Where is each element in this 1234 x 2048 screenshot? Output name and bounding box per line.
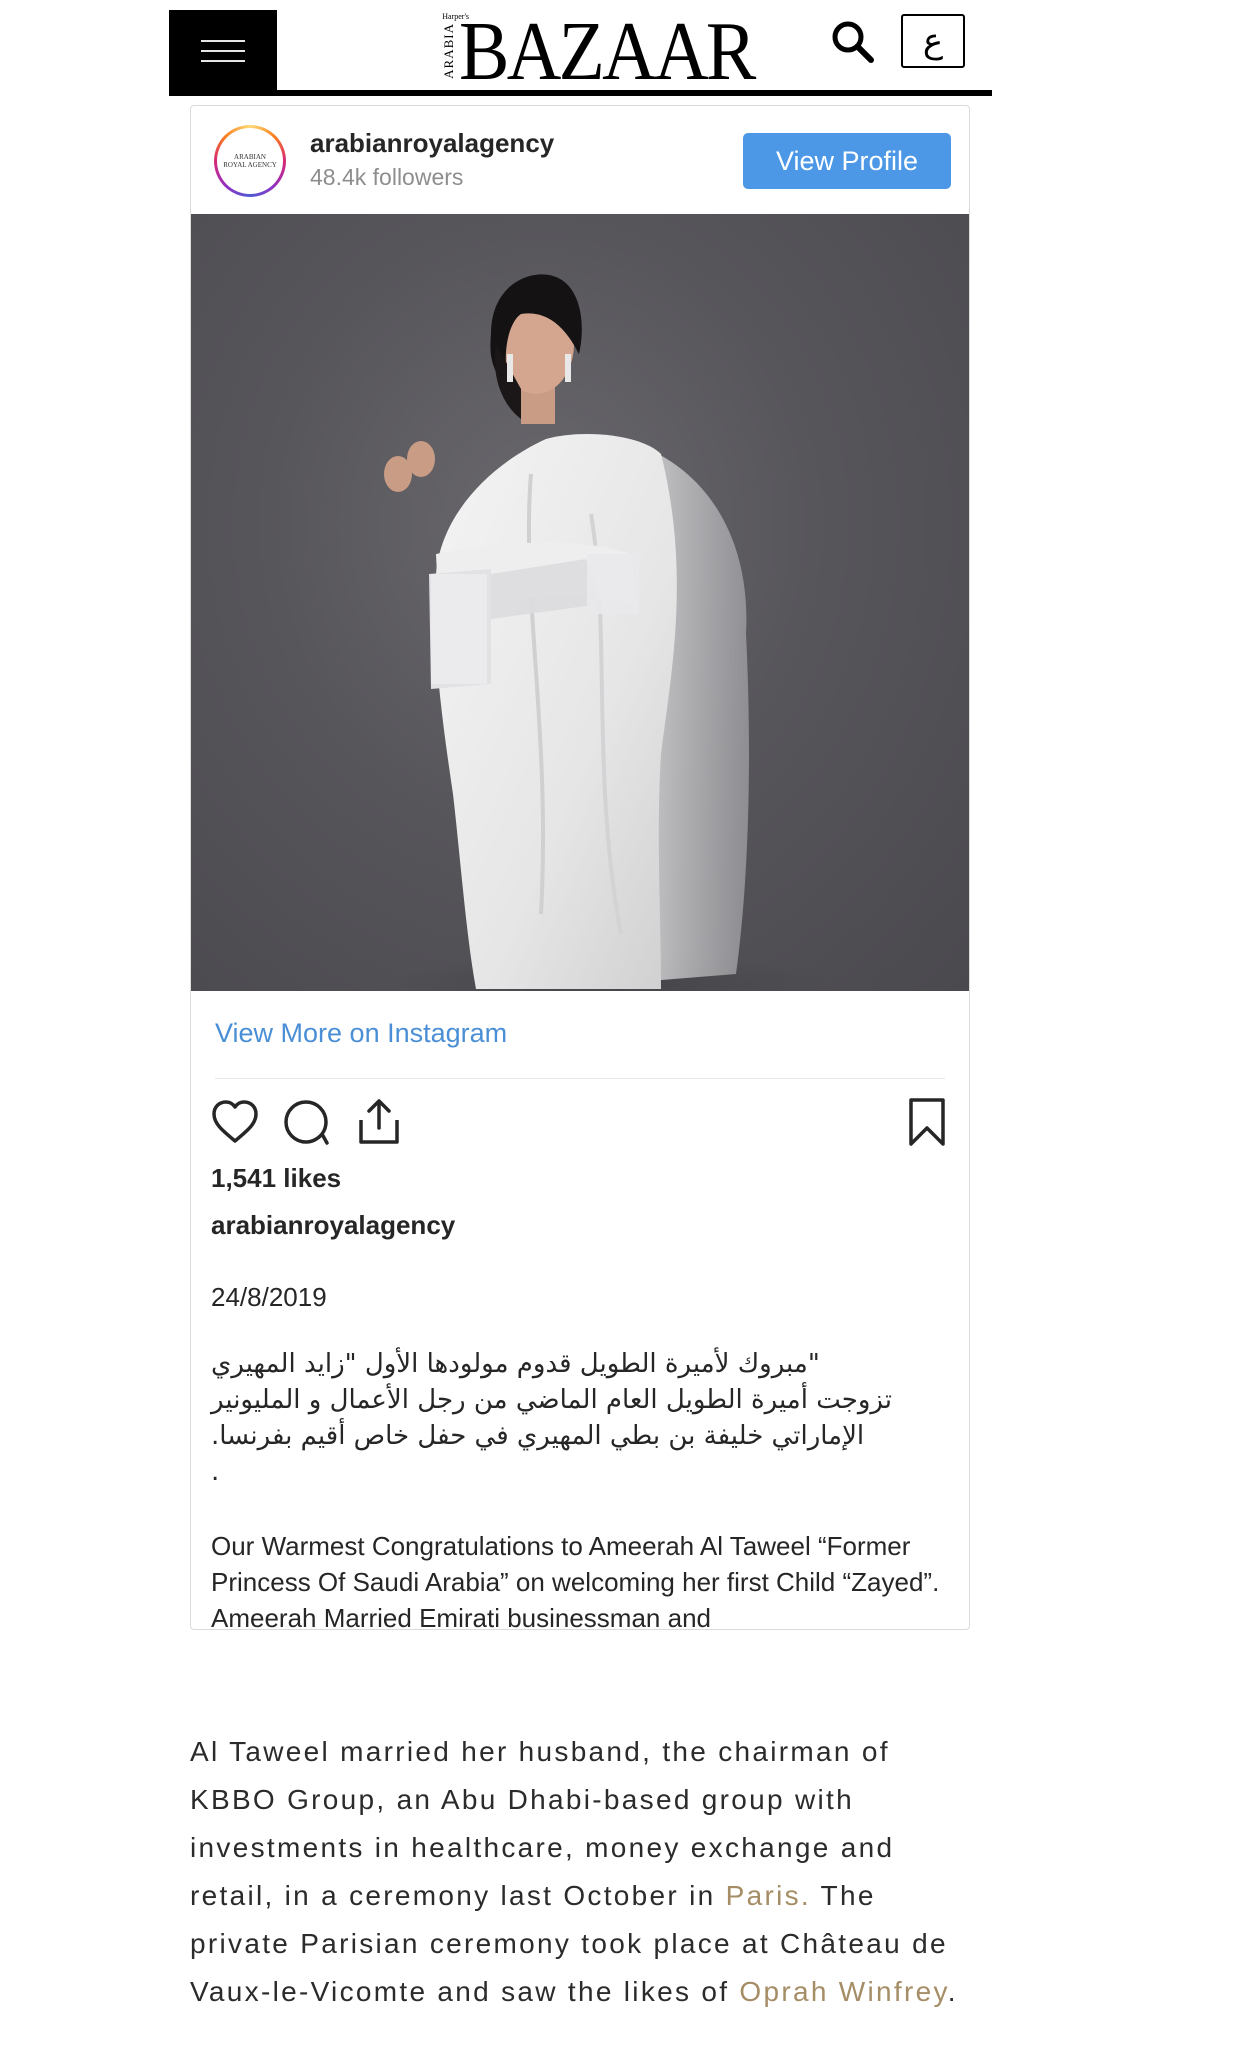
search-icon	[832, 21, 874, 63]
logo-arabia-text: ARABIA	[441, 23, 456, 79]
instagram-divider	[215, 1078, 945, 1079]
language-toggle-button[interactable]: ع	[901, 14, 965, 68]
paris-link[interactable]: Paris.	[726, 1880, 811, 1911]
caption-english: Our Warmest Congratulations to Ameerah A…	[211, 1531, 940, 1630]
caption-arabic-line: تزوجت أميرة الطويل العام الماضي من رجل ا…	[211, 1385, 892, 1415]
avatar-text-line2: ROYAL AGENCY	[223, 161, 277, 169]
like-count: 1,541 likes	[211, 1163, 342, 1193]
view-more-on-instagram-link[interactable]: View More on Instagram	[215, 1018, 507, 1049]
avatar-logo: ARABIAN ROYAL AGENCY	[217, 128, 283, 194]
logo-bazaar-text: BAZAAR	[459, 5, 756, 98]
heart-icon[interactable]	[209, 1096, 261, 1148]
caption-arabic: "مبروك لأميرة الطويل قدوم مولودها الأول …	[211, 1346, 901, 1490]
avatar[interactable]: ARABIAN ROYAL AGENCY	[214, 125, 286, 197]
article-paragraph: Al Taweel married her husband, the chair…	[190, 1728, 970, 2016]
post-author[interactable]: arabianroyalagency	[211, 1210, 455, 1241]
follower-count: 48.4k followers	[310, 164, 464, 190]
site-header: Harper's ARABIA BAZAAR ع	[169, 10, 992, 96]
header-divider	[169, 90, 992, 96]
search-button[interactable]	[829, 18, 877, 66]
caption-arabic-line: الإماراتي خليفة بن بطي المهيري في حفل خا…	[211, 1421, 865, 1451]
menu-line-icon	[201, 60, 245, 62]
menu-line-icon	[201, 40, 245, 42]
avatar-text-line1: ARABIAN	[234, 153, 266, 161]
comment-icon[interactable]	[281, 1096, 333, 1148]
caption-arabic-line: .	[211, 1457, 220, 1487]
bookmark-icon[interactable]	[901, 1096, 953, 1148]
hamburger-menu-button[interactable]	[169, 10, 277, 92]
caption-arabic-line: "مبروك لأميرة الطويل قدوم مولودها الأول …	[211, 1349, 820, 1379]
instagram-username[interactable]: arabianroyalagency	[310, 128, 554, 159]
oprah-winfrey-link[interactable]: Oprah Winfrey	[739, 1976, 947, 2007]
logo-side-text: Harper's ARABIA	[441, 12, 469, 88]
instagram-header: ARABIAN ROYAL AGENCY arabianroyalagency …	[191, 106, 969, 214]
share-icon[interactable]	[353, 1096, 405, 1148]
view-profile-button[interactable]: View Profile	[743, 133, 951, 189]
menu-line-icon	[201, 50, 245, 52]
instagram-post-photo[interactable]	[191, 214, 969, 991]
instagram-action-bar	[209, 1096, 959, 1156]
instagram-embed: ARABIAN ROYAL AGENCY arabianroyalagency …	[190, 105, 970, 1630]
site-logo[interactable]: Harper's ARABIA BAZAAR	[441, 10, 756, 94]
post-date: 24/8/2019	[211, 1282, 327, 1312]
article-text: .	[947, 1976, 958, 2007]
woman-in-white-dress-image	[384, 274, 831, 991]
